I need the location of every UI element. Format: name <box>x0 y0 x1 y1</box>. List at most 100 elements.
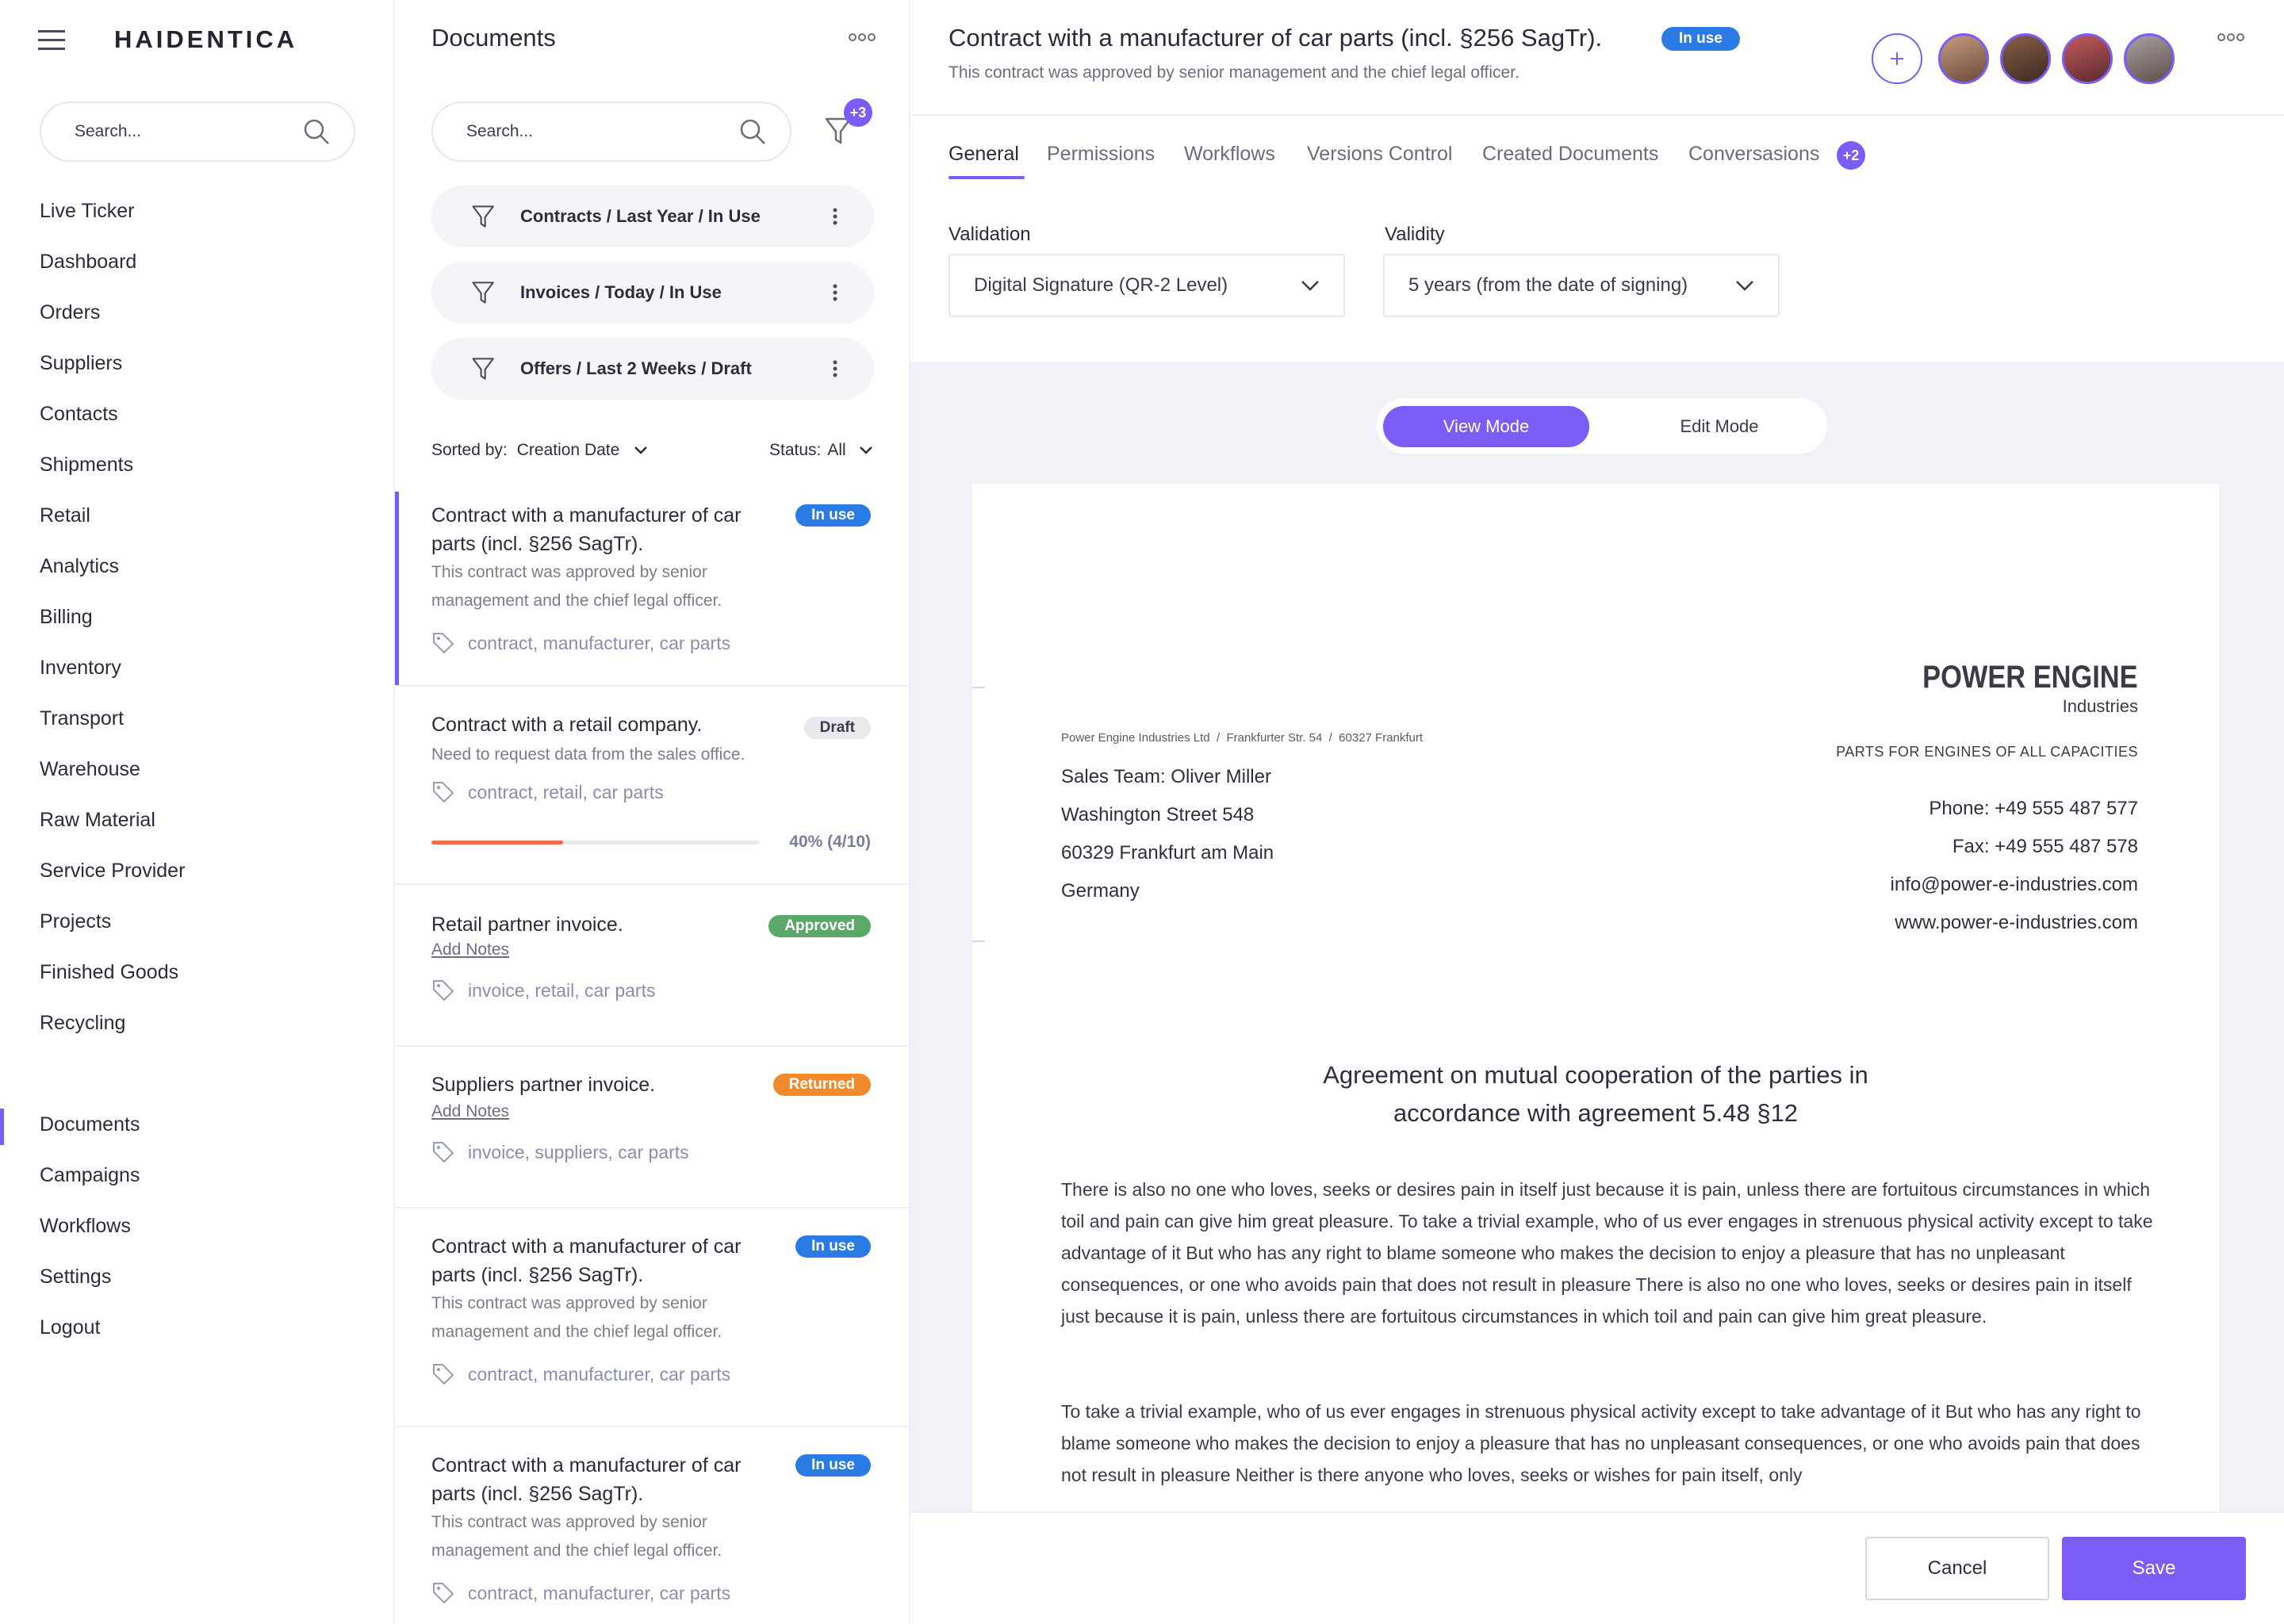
add-member-button[interactable] <box>1872 33 1922 84</box>
selected-indicator <box>395 492 399 685</box>
status-dropdown[interactable]: Status: All <box>769 441 873 460</box>
sidebar-item-warehouse[interactable]: Warehouse <box>40 758 140 781</box>
contact-phone: Phone: +49 555 487 577 <box>1929 798 2138 819</box>
search-icon[interactable] <box>303 118 330 145</box>
edit-mode-button[interactable]: Edit Mode <box>1616 406 1822 447</box>
sidebar-item-projects[interactable]: Projects <box>40 910 111 933</box>
filter-icon <box>471 280 496 305</box>
sidebar-item-analytics[interactable]: Analytics <box>40 555 119 578</box>
documents-search-input[interactable]: Search... <box>466 122 533 141</box>
add-notes-link[interactable]: Add Notes <box>431 940 509 959</box>
card-title: Suppliers partner invoice. <box>431 1074 656 1096</box>
company-logo: POWER ENGINE <box>1922 660 2138 695</box>
document-card[interactable]: Contract with a manufacturer of car part… <box>395 1208 909 1427</box>
saved-filter-contracts[interactable]: Contracts / Last Year / In Use <box>431 186 874 247</box>
sidebar-item-dashboard[interactable]: Dashboard <box>40 251 136 274</box>
sidebar-item-billing[interactable]: Billing <box>40 606 93 629</box>
avatar[interactable] <box>1938 33 1989 84</box>
save-button[interactable]: Save <box>2062 1537 2246 1600</box>
sidebar-item-documents[interactable]: Documents <box>40 1113 140 1136</box>
card-description: Need to request data from the sales offi… <box>431 745 745 764</box>
sidebar-item-campaigns[interactable]: Campaigns <box>40 1164 140 1187</box>
more-options-icon[interactable] <box>849 32 876 43</box>
active-tab-underline <box>948 176 1025 179</box>
sidebar-item-transport[interactable]: Transport <box>40 707 124 730</box>
kebab-menu-icon[interactable] <box>833 208 837 225</box>
document-card[interactable]: Contract with a retail company. Draft Ne… <box>395 687 909 885</box>
tab-permissions[interactable]: Permissions <box>1047 143 1155 166</box>
document-card[interactable]: Contract with a manufacturer of car part… <box>395 492 909 687</box>
sidebar-item-service-provider[interactable]: Service Provider <box>40 860 185 883</box>
card-tags: contract, manufacturer, car parts <box>431 1362 730 1386</box>
tab-conversations[interactable]: Conversasions <box>1688 143 1819 166</box>
documents-title: Documents <box>431 24 556 52</box>
cancel-button[interactable]: Cancel <box>1865 1537 2049 1600</box>
sidebar-item-suppliers[interactable]: Suppliers <box>40 352 122 375</box>
sidebar-item-orders[interactable]: Orders <box>40 301 100 324</box>
sort-dropdown[interactable]: Sorted by: Creation Date <box>431 441 648 460</box>
kebab-menu-icon[interactable] <box>833 284 837 301</box>
documents-search[interactable]: Search... <box>431 102 791 162</box>
document-preview-area: View Mode Edit Mode POWER ENGINE Industr… <box>910 362 2284 1515</box>
menu-icon[interactable] <box>38 29 65 51</box>
saved-filter-label: Offers / Last 2 Weeks / Draft <box>520 358 752 378</box>
contact-email: info@power-e-industries.com <box>1890 874 2138 895</box>
view-mode-button[interactable]: View Mode <box>1383 406 1589 447</box>
saved-filter-invoices[interactable]: Invoices / Today / In Use <box>431 262 874 324</box>
tab-general[interactable]: General <box>948 143 1019 166</box>
document-card[interactable]: Retail partner invoice. Approved Add Not… <box>395 885 909 1047</box>
sidebar-item-settings[interactable]: Settings <box>40 1266 111 1289</box>
tab-versions-control[interactable]: Versions Control <box>1307 143 1452 166</box>
plus-icon <box>1889 51 1905 67</box>
document-card[interactable]: Contract with a manufacturer of car part… <box>395 1427 909 1624</box>
document-card[interactable]: Suppliers partner invoice. Returned Add … <box>395 1047 909 1208</box>
sidebar-item-logout[interactable]: Logout <box>40 1316 100 1339</box>
sidebar-item-contacts[interactable]: Contacts <box>40 403 118 426</box>
tab-created-documents[interactable]: Created Documents <box>1482 143 1658 166</box>
sidebar-search[interactable]: Search... <box>40 102 355 162</box>
sidebar-item-inventory[interactable]: Inventory <box>40 657 121 680</box>
tag-icon <box>431 1140 455 1164</box>
status-badge: In use <box>1661 27 1740 51</box>
avatar[interactable] <box>2000 33 2051 84</box>
validation-select[interactable]: Digital Signature (QR-2 Level) <box>948 254 1345 317</box>
validity-label: Validity <box>1385 224 1445 245</box>
company-logo-sub: Industries <box>2062 696 2138 716</box>
tags-label: contract, manufacturer, car parts <box>468 1363 731 1385</box>
add-notes-link[interactable]: Add Notes <box>431 1102 509 1121</box>
tag-icon <box>431 780 455 804</box>
sidebar-item-recycling[interactable]: Recycling <box>40 1012 125 1035</box>
contact-website: www.power-e-industries.com <box>1895 912 2138 933</box>
chevron-down-icon <box>1301 280 1320 291</box>
validation-value: Digital Signature (QR-2 Level) <box>974 274 1228 296</box>
avatar[interactable] <box>2062 33 2113 84</box>
sidebar-item-retail[interactable]: Retail <box>40 504 90 527</box>
more-options-icon[interactable] <box>2217 32 2244 43</box>
sidebar-item-live-ticker[interactable]: Live Ticker <box>40 200 134 223</box>
recipient-line: 60329 Frankfurt am Main <box>1061 842 1274 864</box>
sort-value: Creation Date <box>516 441 620 459</box>
saved-filter-offers[interactable]: Offers / Last 2 Weeks / Draft <box>431 338 874 400</box>
validation-label: Validation <box>948 224 1031 245</box>
sidebar-item-finished-goods[interactable]: Finished Goods <box>40 961 178 984</box>
page-title: Contract with a manufacturer of car part… <box>948 24 1603 52</box>
validity-select[interactable]: 5 years (from the date of signing) <box>1383 254 1780 317</box>
sidebar-item-shipments[interactable]: Shipments <box>40 454 133 477</box>
search-icon[interactable] <box>739 118 766 145</box>
tags-label: contract, manufacturer, car parts <box>468 1582 731 1603</box>
active-indicator <box>0 1109 4 1145</box>
validity-value: 5 years (from the date of signing) <box>1408 274 1688 296</box>
status-badge: Draft <box>803 717 871 739</box>
sidebar: HAIDENTICA Search... Live Ticker Dashboa… <box>0 0 395 1624</box>
status-badge: Approved <box>768 915 871 937</box>
sidebar-item-raw-material[interactable]: Raw Material <box>40 809 155 832</box>
card-tags: invoice, retail, car parts <box>431 979 655 1002</box>
avatar[interactable] <box>2124 33 2175 84</box>
card-description: This contract was approved by senior man… <box>431 563 722 610</box>
conversations-count-badge: +2 <box>1837 141 1865 170</box>
progress-track <box>431 841 760 845</box>
tab-workflows[interactable]: Workflows <box>1184 143 1275 166</box>
sidebar-item-workflows[interactable]: Workflows <box>40 1215 131 1238</box>
kebab-menu-icon[interactable] <box>833 360 837 377</box>
sidebar-search-input[interactable]: Search... <box>75 122 141 141</box>
